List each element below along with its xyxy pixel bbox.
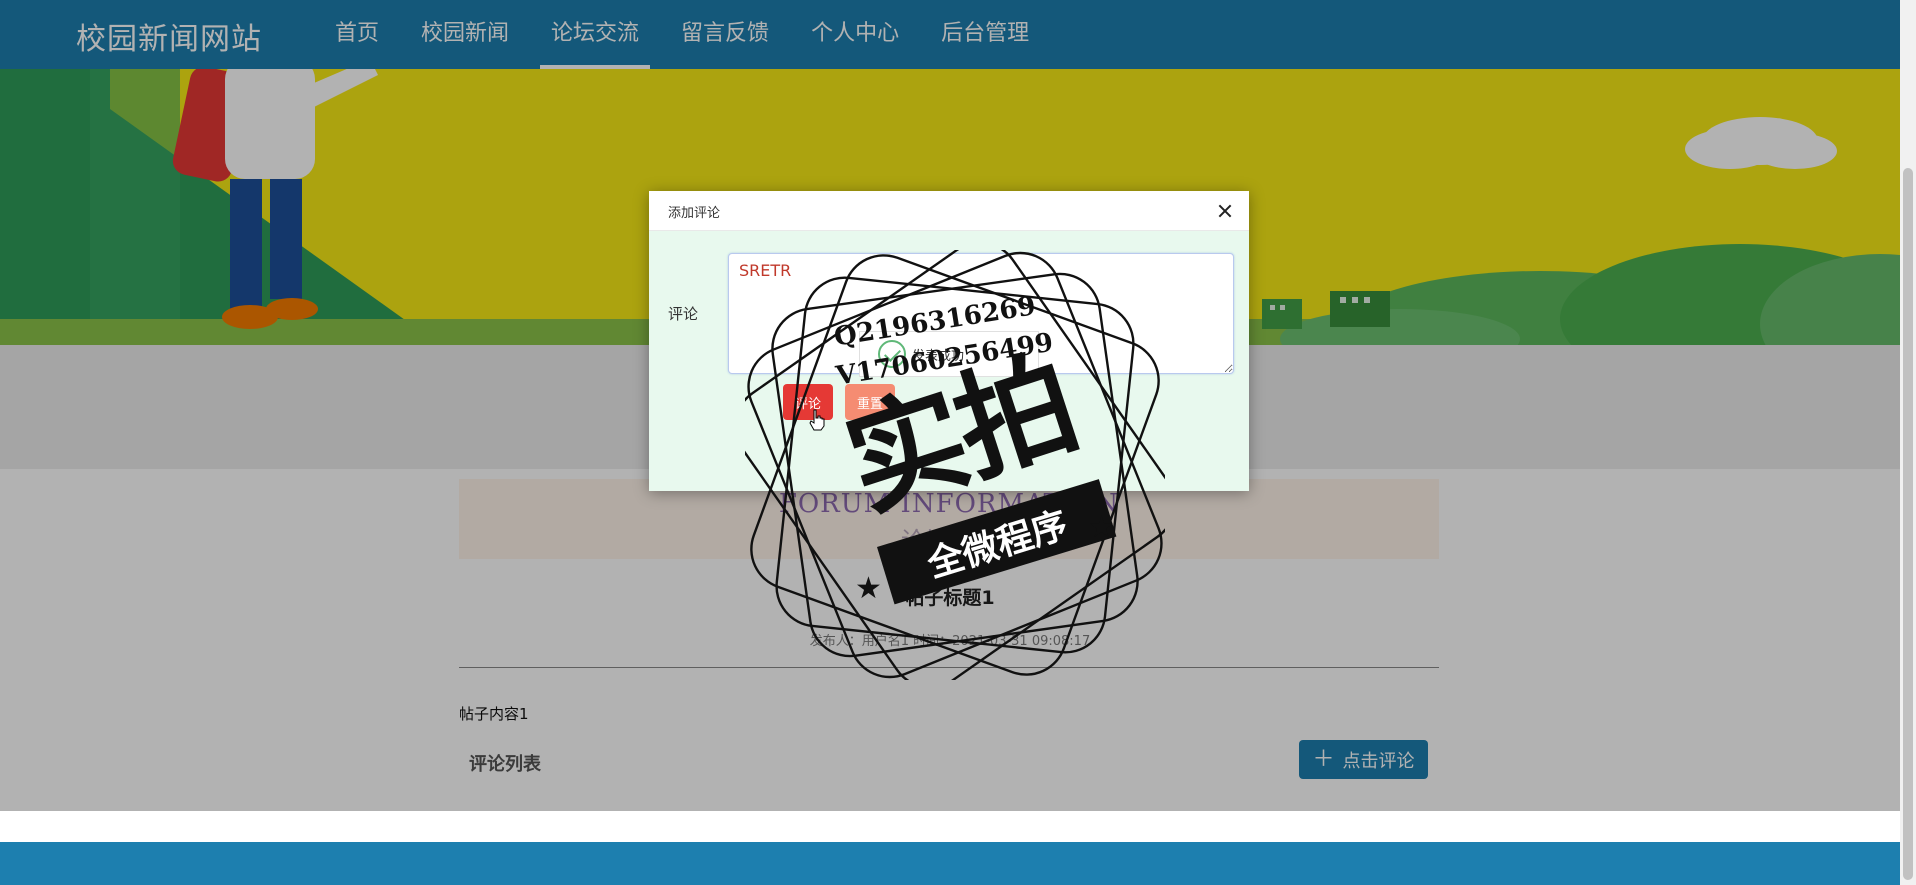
hand-cursor-icon xyxy=(809,409,825,431)
footer xyxy=(0,842,1900,885)
footer-spacer xyxy=(0,811,1900,842)
dialog-title: 添加评论 xyxy=(668,206,721,221)
page-scrollbar[interactable] xyxy=(1900,0,1916,885)
dialog-header: 添加评论 xyxy=(649,191,1249,231)
star-icon: ★ xyxy=(1088,510,1115,545)
star-icon: ★ xyxy=(855,571,882,606)
scrollbar-thumb[interactable] xyxy=(1903,168,1913,880)
close-icon[interactable] xyxy=(1213,199,1237,223)
comment-field-label: 评论 xyxy=(668,305,699,323)
